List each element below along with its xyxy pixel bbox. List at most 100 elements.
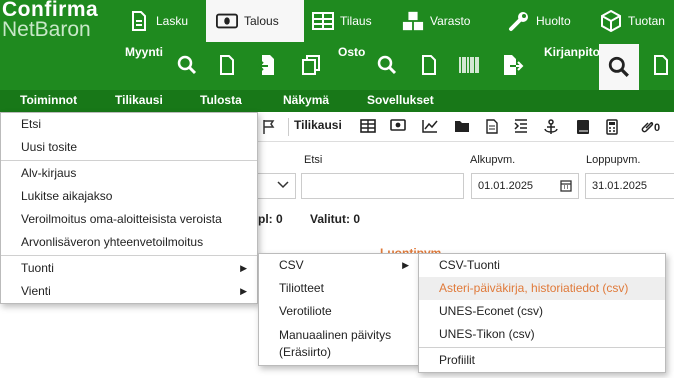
money-icon[interactable] — [390, 119, 406, 135]
folder-open-icon[interactable] — [454, 119, 470, 135]
menu-item-manuaalinen-paivitys[interactable]: Manuaalinen päivitys (Eräsiirto) — [259, 323, 419, 365]
search-icon[interactable] — [172, 48, 202, 82]
menu-item-etsi[interactable]: Etsi — [1, 113, 257, 136]
menu-item-unes-econet[interactable]: UNES-Econet (csv) — [419, 300, 665, 323]
module-label: Tilaus — [340, 14, 372, 28]
module-label: Talous — [244, 14, 279, 28]
search-icon[interactable] — [599, 44, 639, 90]
anchor-icon[interactable] — [544, 119, 560, 135]
module-label: Tuotan — [628, 14, 665, 28]
submenu-arrow-icon: ▶ — [402, 260, 409, 270]
etsi-label: Etsi — [304, 154, 323, 166]
selected-count-label: Valitut: 0 — [310, 212, 361, 226]
module-tab-tilaus[interactable]: Tilaus — [312, 0, 394, 42]
boxes-icon — [402, 10, 424, 32]
toiminnot-menu: Etsi Uusi tosite Alv-kirjaus Lukitse aik… — [0, 112, 258, 304]
menu-divider — [419, 347, 665, 348]
money-icon — [216, 10, 238, 32]
menu-item-unes-tikon[interactable]: UNES-Tikon (csv) — [419, 323, 665, 346]
book-icon[interactable] — [576, 119, 592, 135]
module-label: Lasku — [156, 14, 189, 28]
count-label: pl: 0 — [258, 212, 283, 226]
indent-icon[interactable] — [514, 119, 530, 135]
alkupvm-label: Alkupvm. — [470, 154, 516, 166]
menu-divider — [1, 160, 257, 161]
group-label-kirjanpito: Kirjanpito — [544, 45, 600, 59]
menu-bar: Toiminnot Tilikausi Tulosta Näkymä Sovel… — [0, 90, 674, 112]
module-tab-talous[interactable]: Talous — [206, 0, 304, 42]
menu-item-vienti[interactable]: Vienti ▶ — [1, 280, 257, 303]
logo-line1: Confirma — [2, 0, 99, 21]
menu-item-asteri-paivakirja[interactable]: Asteri-päiväkirja, historiatiedot (csv) — [419, 277, 665, 300]
document-icon[interactable] — [486, 119, 502, 135]
document-icon — [128, 10, 150, 32]
menubar-item-sovellukset[interactable]: Sovellukset — [367, 93, 434, 107]
group-label-osto: Osto — [338, 45, 366, 59]
new-document-icon[interactable] — [414, 48, 444, 82]
loppupvm-value: 31.01.2025 — [592, 180, 648, 192]
table-icon[interactable] — [360, 119, 376, 135]
import-document-icon[interactable] — [252, 48, 282, 82]
svg-text:0: 0 — [654, 122, 660, 133]
search-input[interactable] — [301, 173, 464, 199]
menu-item-lukitse-aikajakso[interactable]: Lukitse aikajakso — [1, 185, 257, 208]
chevron-down-icon — [277, 180, 289, 192]
table-icon — [312, 10, 334, 32]
menu-item-arvonlisavero-yhteenveto[interactable]: Arvonlisäveron yhteenvetoilmoitus — [1, 231, 257, 254]
module-label: Varasto — [430, 14, 471, 28]
menubar-item-tilikausi[interactable]: Tilikausi — [115, 93, 163, 107]
menu-item-alv-kirjaus[interactable]: Alv-kirjaus — [1, 162, 257, 185]
wrench-icon — [508, 10, 530, 32]
menu-item-label: Manuaalinen päivitys — [279, 328, 392, 342]
menu-item-label: CSV — [279, 258, 304, 272]
csv-submenu: CSV-Tuonti Asteri-päiväkirja, historiati… — [418, 253, 666, 373]
subtoolbar-title: Tilikausi — [294, 118, 342, 132]
menu-item-csv-tuonti[interactable]: CSV-Tuonti — [419, 254, 665, 277]
barcode-icon[interactable] — [454, 48, 484, 82]
menu-item-label: Tuonti — [21, 261, 54, 275]
calendar-icon[interactable] — [560, 179, 572, 195]
menu-item-uusi-tosite[interactable]: Uusi tosite — [1, 136, 257, 159]
menu-item-profiilit[interactable]: Profiilit — [419, 349, 665, 372]
loppupvm-field[interactable]: 31.01.2025 — [585, 173, 674, 199]
submenu-arrow-icon: ▶ — [240, 286, 247, 296]
menu-item-verotiliote[interactable]: Verotiliote — [259, 300, 419, 323]
menubar-item-tulosta[interactable]: Tulosta — [200, 93, 242, 107]
toolbar-divider — [288, 118, 289, 136]
module-tab-tuotanto[interactable]: Tuotan — [600, 0, 674, 42]
calculator-icon[interactable] — [606, 119, 622, 135]
search-icon[interactable] — [372, 48, 402, 82]
module-label: Huolto — [536, 14, 571, 28]
new-document-icon[interactable] — [646, 48, 674, 82]
menubar-item-toiminnot[interactable]: Toiminnot — [20, 93, 77, 107]
flag-icon[interactable] — [262, 119, 278, 135]
module-tab-lasku[interactable]: Lasku — [128, 0, 206, 42]
menu-item-tuonti[interactable]: Tuonti ▶ — [1, 257, 257, 280]
export-document-icon[interactable] — [498, 48, 528, 82]
menu-item-csv[interactable]: CSV ▶ — [259, 254, 419, 277]
module-tab-varasto[interactable]: Varasto — [402, 0, 500, 42]
menu-divider — [1, 255, 257, 256]
top-navigation-bar: Confirma NetBaron Lasku Talous Tilaus Va… — [0, 0, 674, 90]
tuonti-submenu: CSV ▶ Tiliotteet Verotiliote Manuaalinen… — [258, 253, 420, 366]
loppupvm-label: Loppupvm. — [586, 154, 641, 166]
menu-item-label: Vienti — [21, 284, 51, 298]
menu-item-tiliotteet[interactable]: Tiliotteet — [259, 277, 419, 300]
menu-item-sublabel: (Eräsiirto) — [279, 345, 332, 359]
logo: Confirma NetBaron — [2, 0, 98, 40]
sub-toolbar: Tilikausi 0 — [258, 112, 674, 142]
copy-icon[interactable] — [296, 48, 326, 82]
new-document-icon[interactable] — [212, 48, 242, 82]
alkupvm-field[interactable]: 01.01.2025 — [471, 173, 579, 199]
line-chart-icon[interactable] — [422, 119, 438, 135]
menu-item-veroilmoitus[interactable]: Veroilmoitus oma-aloitteisista veroista — [1, 208, 257, 231]
submenu-arrow-icon: ▶ — [240, 263, 247, 273]
group-label-myynti: Myynti — [125, 45, 164, 59]
app-window: Confirma NetBaron Lasku Talous Tilaus Va… — [0, 0, 674, 378]
menubar-item-nakyma[interactable]: Näkymä — [283, 93, 329, 107]
attachment-icon[interactable]: 0 — [640, 119, 674, 135]
cube-icon — [600, 10, 622, 32]
alkupvm-value: 01.01.2025 — [478, 180, 534, 192]
module-tab-huolto[interactable]: Huolto — [508, 0, 596, 42]
logo-line2: NetBaron — [2, 18, 91, 41]
